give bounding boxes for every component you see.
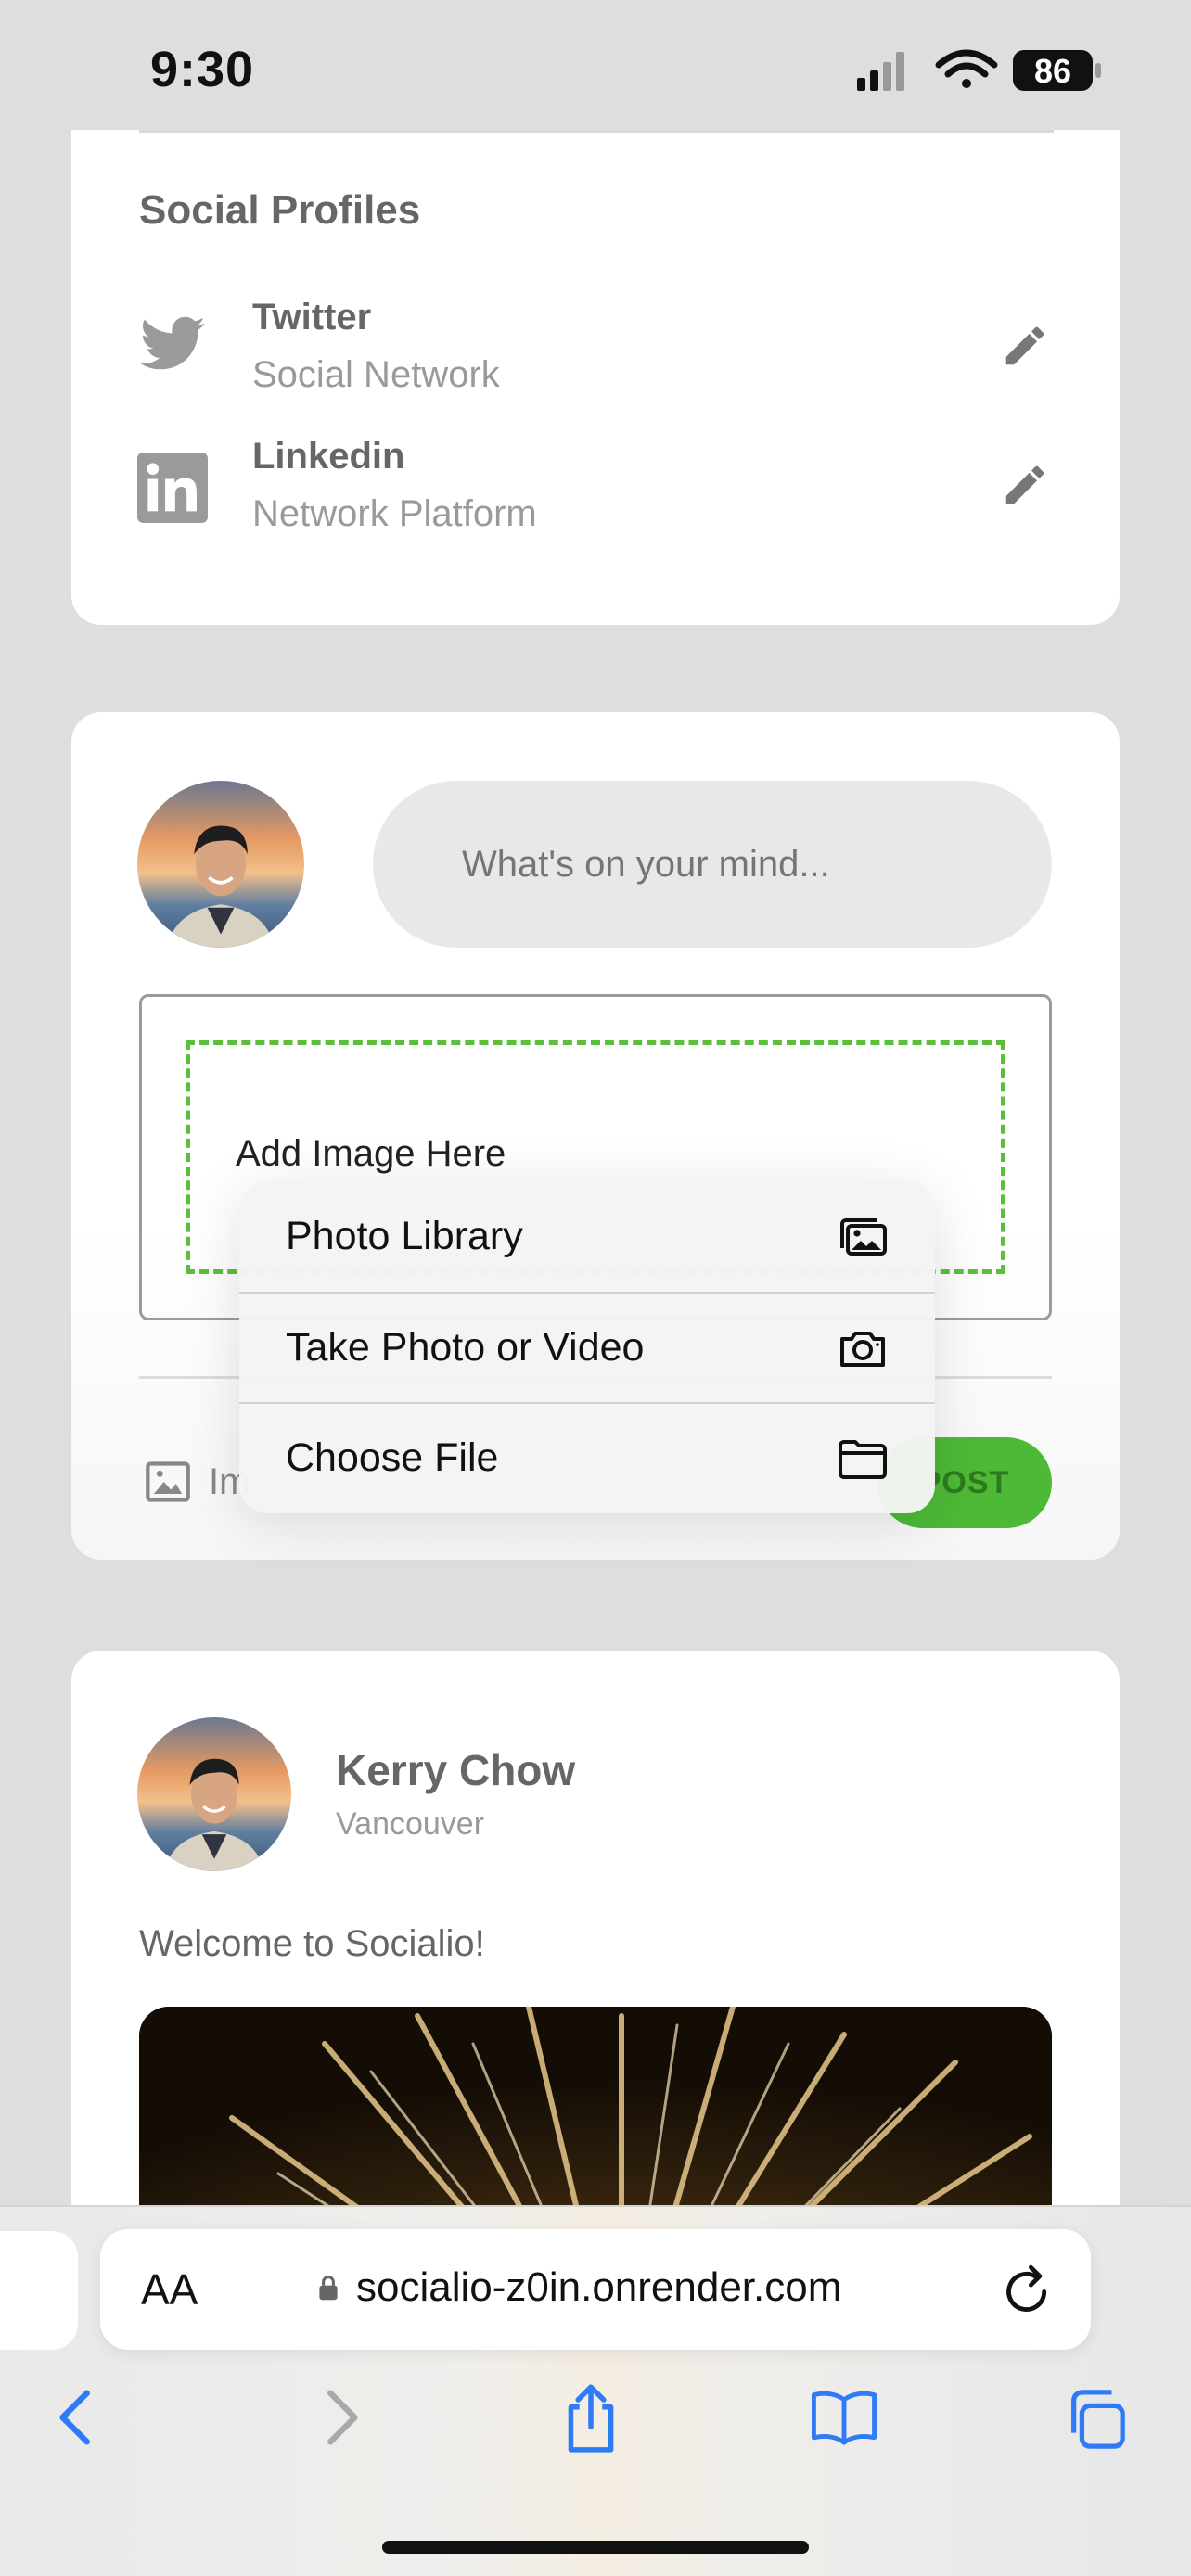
home-indicator [382,2541,809,2554]
menu-item-label: Choose File [286,1435,499,1480]
post-text-input[interactable] [373,781,1052,948]
menu-item-choose-file[interactable]: Choose File [239,1402,935,1512]
back-icon[interactable] [46,2385,111,2450]
cellular-signal-icon [857,52,904,91]
image-icon [146,1461,190,1502]
post-text: Welcome to Socialio! [139,1923,485,1964]
post-author-name[interactable]: Kerry Chow [336,1745,575,1795]
twitter-icon [140,316,205,370]
edit-linkedin-icon[interactable] [1000,460,1050,510]
battery-icon: 86 [1013,50,1101,91]
menu-item-label: Take Photo or Video [286,1325,645,1370]
profile-name-twitter: Twitter [252,297,372,338]
add-image-label: Add Image Here [236,1133,506,1174]
url-text: socialio-z0in.onrender.com [356,2264,842,2310]
menu-item-photo-library[interactable]: Photo Library [239,1181,935,1292]
reload-icon[interactable] [1002,2261,1056,2318]
photo-library-icon [840,1218,887,1256]
tabs-icon[interactable] [1063,2387,1128,2452]
status-icons: 86 [857,49,1101,91]
camera-icon [840,1331,885,1367]
battery-level: 86 [1034,52,1071,90]
forward-icon[interactable] [306,2385,371,2450]
image-source-menu: Photo Library Take Photo or Video Choose… [239,1181,935,1513]
share-icon[interactable] [557,2381,625,2455]
post-author-location: Vancouver [336,1806,485,1842]
edit-twitter-icon[interactable] [1000,321,1050,371]
add-image-button[interactable]: Im [144,1456,250,1508]
linkedin-icon [137,453,208,523]
bookmarks-icon[interactable] [809,2387,879,2448]
folder-icon [839,1439,887,1479]
menu-item-label: Photo Library [286,1214,523,1258]
social-profiles-title: Social Profiles [139,187,421,233]
url-field[interactable]: socialio-z0in.onrender.com [317,2264,841,2311]
author-avatar[interactable] [137,1717,291,1871]
previous-tab-peek[interactable] [0,2231,78,2350]
menu-item-take-photo[interactable]: Take Photo or Video [239,1292,935,1402]
text-size-button[interactable]: AA [141,2264,198,2315]
profile-name-linkedin: Linkedin [252,436,405,477]
text-size-label: AA [141,2265,198,2314]
wifi-icon [935,49,998,88]
lock-icon [319,2276,338,2301]
profile-subtitle-twitter: Social Network [252,354,500,395]
card-divider [139,130,1054,133]
status-time: 9:30 [150,42,255,97]
profile-subtitle-linkedin: Network Platform [252,493,537,534]
user-avatar[interactable] [137,781,304,948]
